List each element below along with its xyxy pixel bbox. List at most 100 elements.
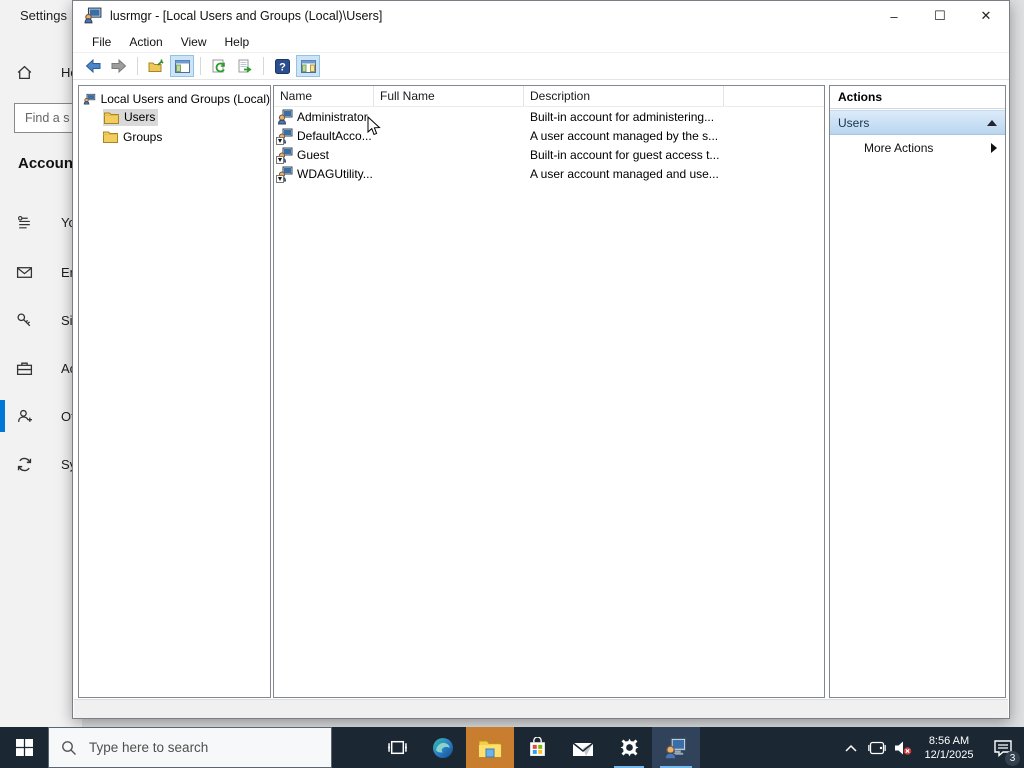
chevron-up-icon [845,744,857,752]
maximize-button[interactable]: ☐ [917,1,963,31]
edge-icon [433,737,453,758]
user-disabled-icon [276,166,293,183]
tree-node-users[interactable]: Users [79,108,270,127]
export-list-button[interactable] [233,55,257,77]
taskbar-search-placeholder: Type here to search [89,740,209,755]
task-view-icon [387,740,407,755]
column-full-name-label: Full Name [380,89,435,103]
user-description: Built-in account for administering... [530,109,715,124]
user-disabled-icon [276,147,293,164]
file-explorer-button[interactable] [466,727,514,768]
volume-button[interactable] [890,727,916,768]
tree-groups-label: Groups [123,129,163,144]
settings-button[interactable] [606,727,652,768]
start-button[interactable] [0,727,48,768]
action-center-button[interactable]: 3 [982,727,1024,768]
tray-connect-button[interactable] [864,727,890,768]
maximize-icon: ☐ [934,8,946,23]
windows-logo-icon [15,739,33,756]
user-row-administrator[interactable]: Administrator Built-in account for admin… [274,107,824,126]
up-folder-icon [148,59,164,72]
user-row-guest[interactable]: Guest Built-in account for guest access … [274,145,824,164]
console-tree-icon [174,59,190,73]
actions-group-users[interactable]: Users [830,110,1005,135]
settings-search-placeholder: Find a s [25,111,70,125]
user-icon [277,109,293,125]
up-one-level-button[interactable] [144,55,168,77]
toolbar-separator [263,57,264,75]
menu-action[interactable]: Action [120,35,171,49]
tree-root-node[interactable]: Local Users and Groups (Local) [79,89,270,108]
lusrmgr-taskbar-icon [664,737,687,759]
mail-button[interactable] [560,727,606,768]
more-actions-label: More Actions [864,141,934,155]
tree-node-groups[interactable]: Groups [79,127,270,146]
show-action-pane-button[interactable] [296,55,320,77]
lusrmgr-taskbar-button[interactable] [652,727,700,768]
folder-icon [103,131,118,143]
clock-date: 12/1/2025 [924,748,974,761]
sync-icon [17,457,32,471]
tree-users-label: Users [124,110,156,124]
action-pane-icon [300,59,316,73]
taskbar-clock[interactable]: 8:56 AM 12/1/2025 [916,734,982,762]
column-header-name[interactable]: Name [274,86,374,106]
column-header-description[interactable]: Description [524,86,724,106]
mouse-cursor [367,116,381,136]
taskbar: Type here to search 8:56 AM 12/1/2025 3 [0,727,1024,768]
user-name: DefaultAcco... [297,128,372,143]
menu-help[interactable]: Help [216,35,259,49]
menu-file[interactable]: File [83,35,120,49]
task-view-button[interactable] [374,727,420,768]
actions-pane-header: Actions [830,86,1005,109]
settings-app-title: Settings [20,8,67,23]
back-button[interactable] [81,55,105,77]
column-name-label: Name [280,89,313,103]
user-row-defaultaccount[interactable]: DefaultAcco... A user account managed by… [274,126,824,145]
your-info-icon [18,215,30,228]
file-explorer-icon [478,740,502,757]
edge-button[interactable] [420,727,466,768]
user-row-wdagutility[interactable]: WDAGUtility... A user account managed an… [274,164,824,183]
search-icon [62,740,76,755]
local-users-groups-icon [83,93,96,105]
lusrmgr-app-icon [84,7,102,24]
menu-view[interactable]: View [172,35,216,49]
other-users-icon [18,409,32,422]
minimize-button[interactable]: – [871,1,917,31]
volume-muted-icon [894,741,911,755]
store-button[interactable] [514,727,560,768]
disabled-badge [276,174,284,183]
column-description-label: Description [530,89,591,103]
close-icon: ✕ [980,8,992,23]
user-disabled-icon [276,128,293,145]
toolbar: ? [73,53,1009,80]
folder-icon [104,112,119,124]
more-actions-item[interactable]: More Actions [830,135,1005,161]
column-header-full-name[interactable]: Full Name [374,86,524,106]
user-description: A user account managed by the s... [530,128,719,143]
settings-window: Settings Hom Find a s Accounts You Ema S… [0,0,124,727]
notification-badge: 3 [1005,751,1020,766]
close-button[interactable]: ✕ [963,1,1009,31]
taskbar-search-box[interactable]: Type here to search [48,727,332,768]
collapse-icon[interactable] [987,119,997,126]
email-icon [16,266,33,278]
tree-users-selection: Users [103,109,159,126]
forward-button[interactable] [107,55,131,77]
user-name: Guest [297,147,330,162]
titlebar[interactable]: lusrmgr - [Local Users and Groups (Local… [73,1,1009,31]
settings-selected-indicator [0,400,5,432]
tray-chevron-button[interactable] [838,727,864,768]
minimize-icon: – [890,8,898,24]
list-header: Name Full Name Description [274,86,824,107]
toolbar-separator [137,57,138,75]
store-icon [529,737,545,756]
gear-icon [620,738,638,757]
show-console-tree-button[interactable] [170,55,194,77]
export-list-icon [238,59,252,72]
help-button[interactable]: ? [270,55,294,77]
refresh-button[interactable] [207,55,231,77]
tree-root-label: Local Users and Groups (Local) [100,91,270,106]
disabled-badge [276,155,284,164]
